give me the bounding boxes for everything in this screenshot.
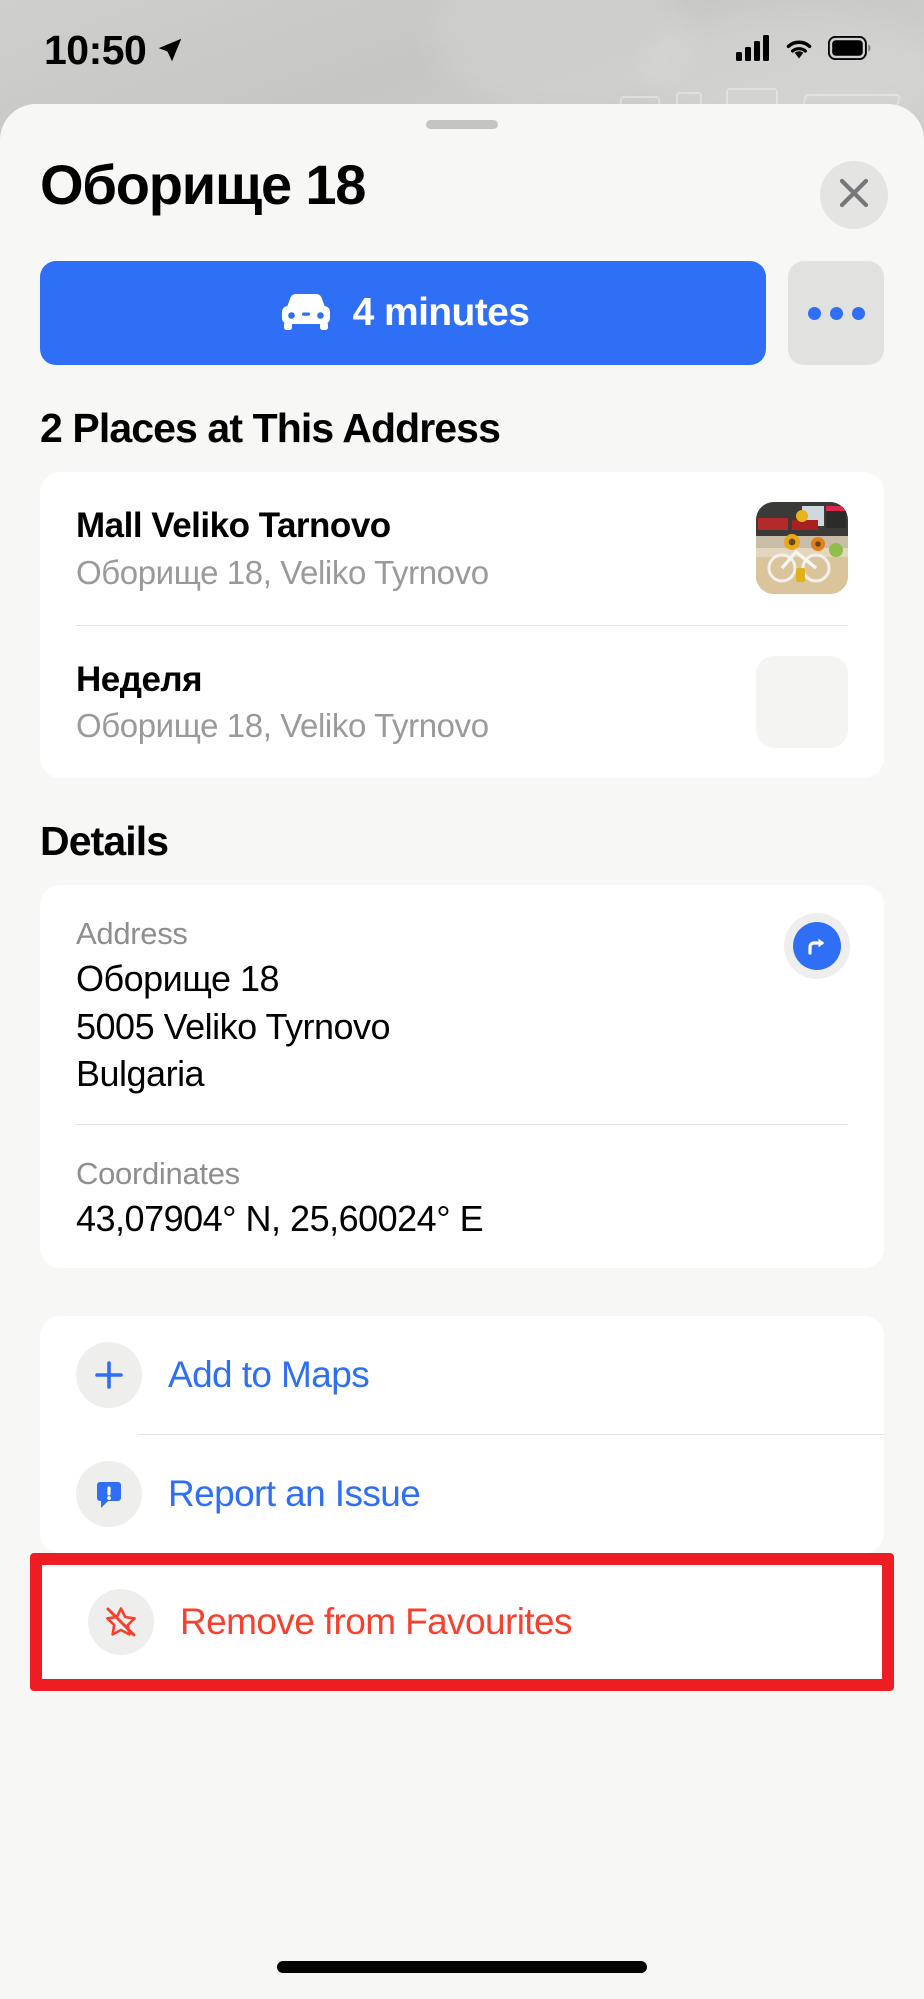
directions-arrow-icon: [793, 922, 841, 971]
highlight-annotation: Remove from Favourites: [30, 1553, 894, 1692]
battery-icon: [827, 35, 872, 65]
places-card: Mall Veliko Tarnovo Оборище 18, Veliko T…: [40, 472, 884, 779]
status-bar-left: 10:50: [44, 26, 185, 73]
address-line-1: Оборище 18: [76, 958, 280, 1000]
report-issue-label: Report an Issue: [168, 1473, 421, 1515]
remove-from-favourites-label: Remove from Favourites: [180, 1601, 572, 1643]
star-slash-icon: [88, 1589, 154, 1656]
exclamation-bubble-icon: [76, 1461, 142, 1528]
places-section-heading: 2 Places at This Address: [40, 405, 501, 451]
report-issue-button[interactable]: Report an Issue: [40, 1435, 884, 1553]
close-button[interactable]: [820, 161, 888, 229]
phone-screen: 10:50 Оборище 18 4 minutes 2 Places at T…: [0, 0, 924, 1999]
wifi-icon: [783, 35, 815, 65]
close-icon: [837, 176, 871, 215]
ellipsis-icon: [807, 306, 865, 320]
primary-action-row: 4 minutes: [0, 229, 924, 365]
address-line-2: 5005 Veliko Tyrnovo: [76, 1005, 391, 1047]
status-time: 10:50: [44, 26, 147, 73]
sheet-header: Оборище 18: [0, 129, 924, 229]
status-bar: 10:50: [0, 0, 924, 100]
coordinates-value: 43,07904° N, 25,60024° E: [76, 1197, 484, 1239]
place-name: Mall Veliko Tarnovo: [76, 506, 391, 545]
page-title: Оборище 18: [40, 153, 366, 216]
more-options-button[interactable]: [788, 261, 884, 365]
add-to-maps-label: Add to Maps: [168, 1354, 370, 1396]
address-directions-button[interactable]: [784, 913, 850, 980]
place-text: Неделя Оборище 18, Veliko Tyrnovo: [76, 656, 489, 749]
address-label: Address: [76, 916, 188, 952]
cellular-signal-icon: [736, 34, 770, 66]
plus-icon: [76, 1342, 142, 1409]
place-subtitle: Оборище 18, Veliko Tyrnovo: [76, 707, 489, 745]
home-indicator: [277, 1961, 647, 1973]
place-thumbnail-placeholder: [756, 655, 848, 748]
action-list-card: Add to Maps Report an Issue: [40, 1316, 884, 1554]
place-text: Mall Veliko Tarnovo Оборище 18, Veliko T…: [76, 502, 489, 595]
directions-button[interactable]: 4 minutes: [40, 261, 766, 365]
address-block: Address Оборище 18 5005 Veliko Tyrnovo B…: [40, 885, 884, 1123]
list-item[interactable]: Mall Veliko Tarnovo Оборище 18, Veliko T…: [40, 472, 884, 625]
remove-favourites-highlight: Remove from Favourites: [30, 1553, 894, 1692]
status-bar-right: [736, 34, 872, 66]
place-name: Неделя: [76, 659, 203, 699]
list-item[interactable]: Неделя Оборище 18, Veliko Tyrnovo: [40, 626, 884, 779]
coordinates-block: Coordinates 43,07904° N, 25,60024° E: [40, 1125, 884, 1268]
location-arrow-icon: [155, 35, 185, 65]
place-thumbnail: [756, 502, 848, 594]
details-card: Address Оборище 18 5005 Veliko Tyrnovo B…: [40, 885, 884, 1269]
add-to-maps-button[interactable]: Add to Maps: [40, 1316, 884, 1434]
details-section-heading: Details: [40, 818, 169, 865]
place-detail-sheet: Оборище 18 4 minutes 2 Places at This Ad…: [0, 104, 924, 1999]
directions-label: 4 minutes: [352, 291, 530, 334]
car-icon: [277, 289, 335, 338]
place-subtitle: Оборище 18, Veliko Tyrnovo: [76, 553, 489, 591]
address-line-3: Bulgaria: [76, 1053, 205, 1095]
coordinates-label: Coordinates: [76, 1155, 240, 1191]
remove-from-favourites-button[interactable]: Remove from Favourites: [42, 1565, 882, 1679]
sheet-drag-handle[interactable]: [426, 120, 498, 129]
